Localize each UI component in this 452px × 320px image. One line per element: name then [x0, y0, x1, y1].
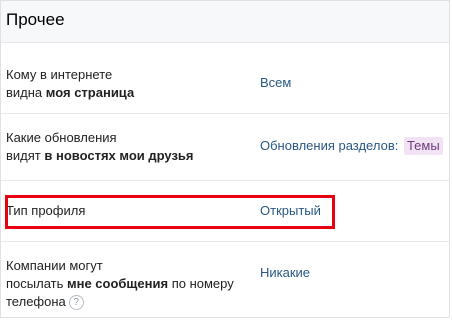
row-label-line1: Компании могут	[6, 258, 103, 273]
row-label-line2-rest: по номеру	[168, 276, 234, 291]
row-label-bold: моя страница	[45, 85, 135, 100]
row-label-line1: Какие обновления	[6, 130, 117, 145]
news-updates-value: Обновления разделов: Темы	[260, 137, 443, 155]
row-label: Кому в интернете видна моя страница	[6, 66, 134, 102]
profile-type-label: Тип профиля	[6, 203, 86, 218]
row-label-line2: видят	[6, 148, 45, 163]
themes-tag[interactable]: Темы	[403, 137, 443, 155]
row-label-line2: посылать	[6, 276, 67, 291]
settings-row-page-visibility: Кому в интернете видна моя страница Всем	[1, 43, 449, 114]
section-header: Прочее	[1, 1, 449, 43]
settings-row-news-updates: Какие обновления видят в новостях мои др…	[1, 114, 449, 181]
other-settings-panel: Прочее Кому в интернете видна моя страни…	[0, 0, 450, 318]
row-label: Какие обновления видят в новостях мои др…	[6, 129, 193, 165]
section-title: Прочее	[6, 10, 65, 29]
row-label-line1: Кому в интернете	[6, 67, 113, 82]
settings-row-profile-type: Тип профиля Открытый	[1, 181, 449, 242]
row-label-line2: видна	[6, 85, 46, 100]
profile-type-link[interactable]: Открытый	[260, 202, 321, 220]
company-messages-link[interactable]: Никакие	[260, 264, 310, 282]
news-updates-link[interactable]: Обновления разделов:	[260, 138, 398, 153]
row-label-line3: телефона	[6, 294, 66, 309]
page-visibility-link[interactable]: Всем	[260, 74, 291, 92]
row-label: Тип профиля	[6, 202, 85, 220]
row-label-bold: в новостях мои друзья	[44, 148, 194, 163]
settings-row-company-messages: Компании могут посылать мне сообщения по…	[1, 242, 449, 318]
help-icon[interactable]: ?	[68, 295, 84, 311]
row-label: Компании могут посылать мне сообщения по…	[6, 257, 234, 311]
row-label-bold: мне сообщения	[66, 276, 169, 291]
